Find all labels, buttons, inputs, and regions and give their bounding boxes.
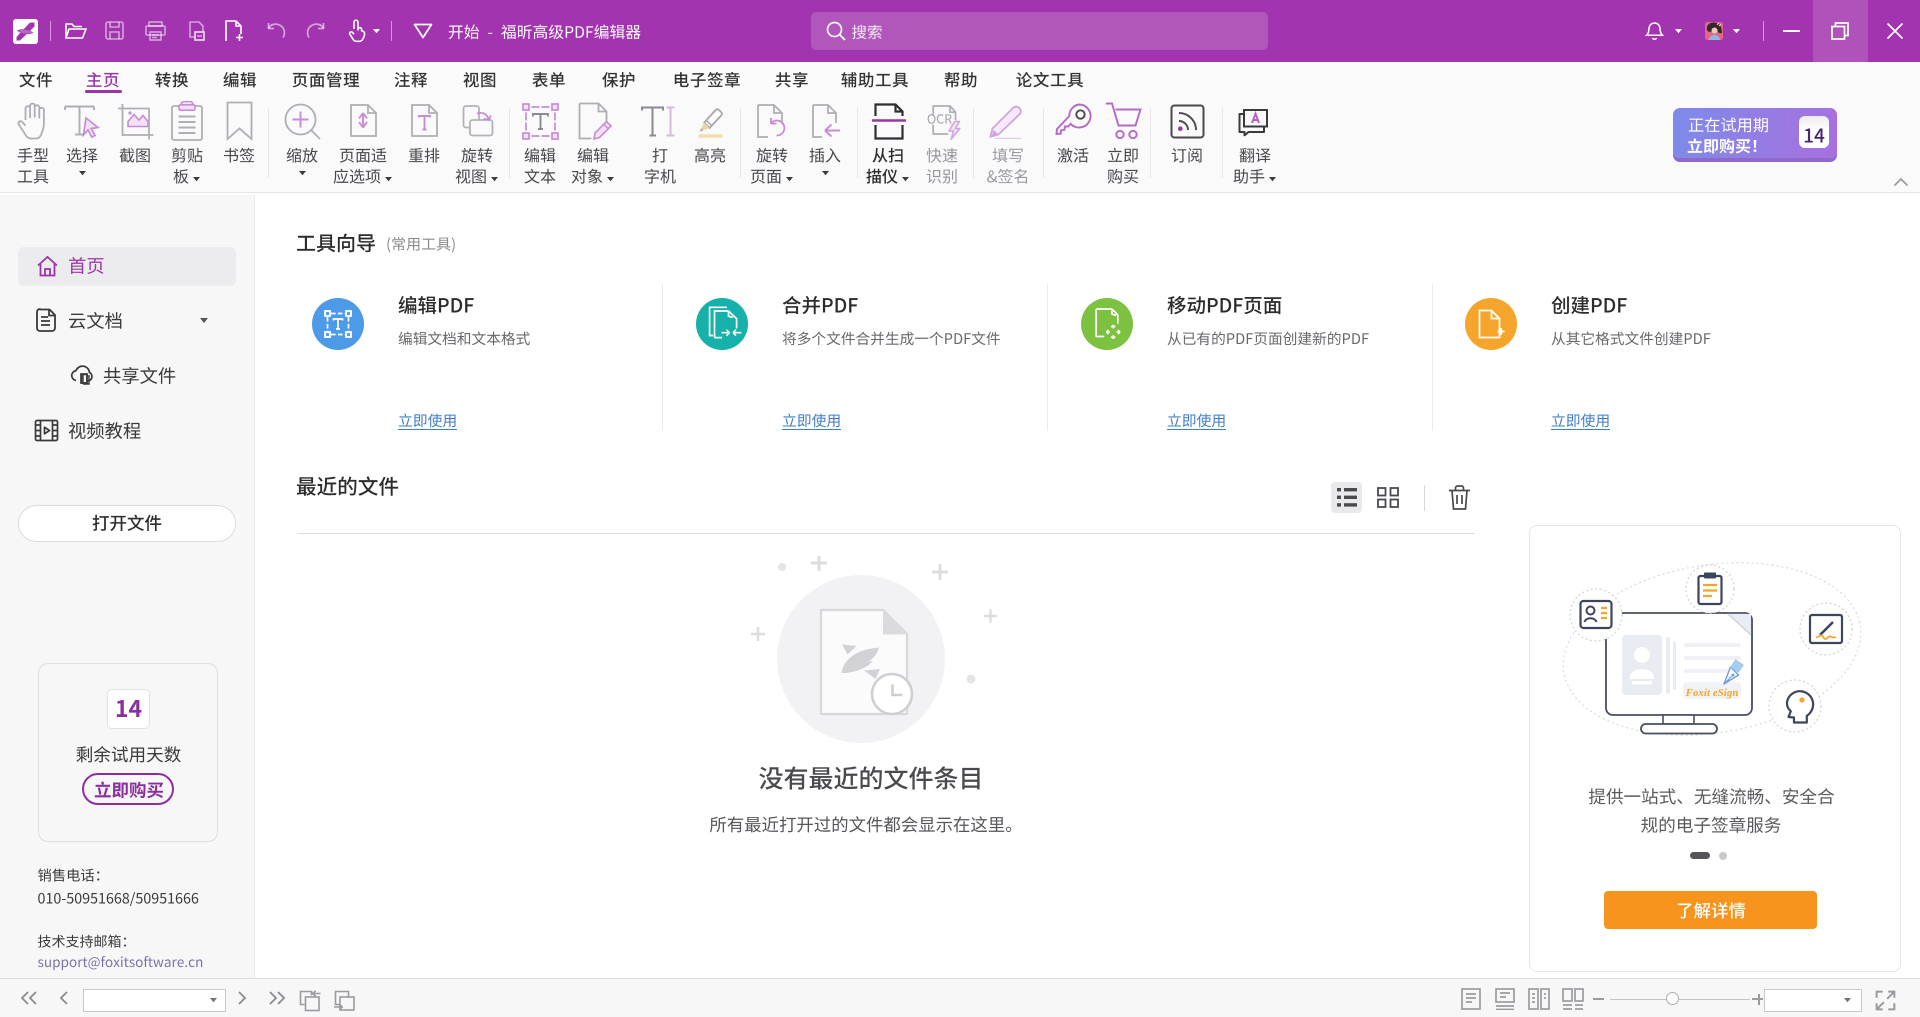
svg-text:Foxit eSign: Foxit eSign: [1685, 687, 1739, 699]
